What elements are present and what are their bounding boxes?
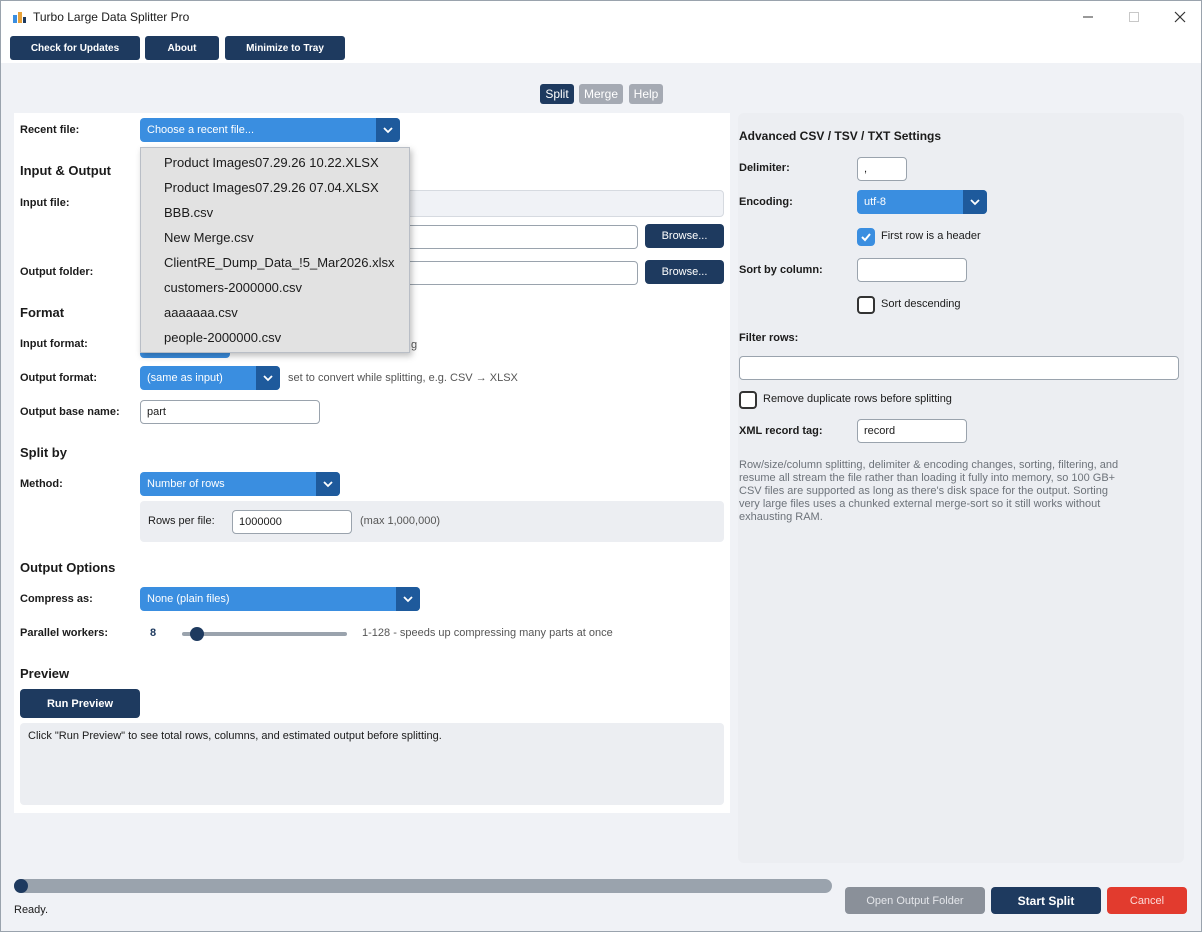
title-bar: Turbo Large Data Splitter Pro [1, 1, 1201, 33]
split-by-heading: Split by [20, 445, 67, 460]
sort-descending-checkbox[interactable] [857, 296, 875, 314]
output-format-label: Output format: [20, 372, 97, 384]
close-icon [1174, 11, 1186, 23]
checkmark-icon [861, 233, 871, 242]
maximize-window-button[interactable] [1111, 1, 1157, 33]
top-toolbar: Check for Updates About Minimize to Tray [1, 33, 1201, 63]
delimiter-label: Delimiter: [739, 162, 790, 174]
sort-descending-label: Sort descending [881, 298, 961, 310]
run-preview-button[interactable]: Run Preview [20, 689, 140, 718]
parallel-workers-value: 8 [150, 627, 157, 639]
progress-bar [14, 879, 832, 893]
parallel-workers-hint: 1-128 - speeds up compressing many parts… [362, 627, 613, 639]
preview-message: Click "Run Preview" to see total rows, c… [28, 730, 442, 742]
input-format-label: Input format: [20, 338, 88, 350]
rows-per-file-hint: (max 1,000,000) [360, 515, 441, 527]
recent-file-option[interactable]: aaaaaaa.csv [164, 305, 238, 320]
delimiter-field[interactable]: , [857, 157, 907, 181]
input-format-hint: g [411, 339, 418, 351]
remove-duplicates-checkbox[interactable] [739, 391, 757, 409]
recent-file-value: Choose a recent file... [147, 124, 255, 136]
recent-file-option[interactable]: ClientRE_Dump_Data_!5_Mar2026.xlsx [164, 255, 395, 270]
tab-merge[interactable]: Merge [579, 84, 623, 104]
split-method-value: Number of rows [147, 478, 225, 490]
chevron-down-icon [256, 366, 280, 390]
advanced-settings-description: Row/size/column splitting, delimiter & e… [739, 459, 1119, 523]
encoding-value: utf-8 [864, 196, 887, 208]
recent-file-option[interactable]: Product Images07.29.26 07.04.XLSX [164, 180, 379, 195]
minimize-to-tray-button[interactable]: Minimize to Tray [225, 36, 345, 60]
split-method-select[interactable]: Number of rows [140, 472, 340, 496]
maximize-icon [1129, 12, 1139, 22]
compress-label: Compress as: [20, 593, 93, 605]
recent-file-option[interactable]: Product Images07.29.26 10.22.XLSX [164, 155, 379, 170]
tab-split[interactable]: Split [540, 84, 574, 104]
parallel-workers-slider-track[interactable] [182, 632, 347, 636]
chevron-down-icon [963, 190, 987, 214]
input-file-label: Input file: [20, 197, 70, 209]
minimize-window-button[interactable] [1065, 1, 1111, 33]
recent-file-option[interactable]: people-2000000.csv [164, 330, 281, 345]
remove-duplicates-label: Remove duplicate rows before splitting [763, 393, 952, 405]
method-label: Method: [20, 478, 63, 490]
about-button[interactable]: About [145, 36, 219, 60]
start-split-button[interactable]: Start Split [991, 887, 1101, 914]
rows-per-file-label: Rows per file: [148, 515, 215, 527]
status-text: Ready. [14, 904, 49, 916]
rows-per-file-field[interactable]: 1000000 [232, 510, 352, 534]
app-window: Turbo Large Data Splitter Pro Check for … [0, 0, 1202, 932]
recent-file-option[interactable]: BBB.csv [164, 205, 213, 220]
first-row-header-checkbox[interactable] [857, 228, 875, 246]
open-output-folder-button[interactable]: Open Output Folder [845, 887, 985, 914]
output-format-select[interactable]: (same as input) [140, 366, 280, 390]
encoding-label: Encoding: [739, 196, 793, 208]
format-heading: Format [20, 305, 65, 320]
app-logo-icon [13, 12, 26, 23]
window-title: Turbo Large Data Splitter Pro [33, 10, 190, 24]
output-format-hint: set to convert while splitting, e.g. CSV… [288, 372, 518, 384]
tab-help[interactable]: Help [629, 84, 663, 104]
parallel-workers-label: Parallel workers: [20, 627, 109, 639]
advanced-settings-title: Advanced CSV / TSV / TXT Settings [739, 129, 942, 143]
first-row-header-label: First row is a header [881, 230, 981, 242]
sort-by-column-label: Sort by column: [739, 264, 823, 276]
recent-file-dropdown-list: Product Images07.29.26 10.22.XLSX Produc… [140, 147, 410, 353]
close-window-button[interactable] [1157, 1, 1202, 33]
output-base-name-label: Output base name: [20, 406, 120, 418]
output-browse-button[interactable]: Browse... [645, 260, 724, 284]
input-output-heading: Input & Output [20, 163, 111, 178]
compress-select[interactable]: None (plain files) [140, 587, 420, 611]
chevron-down-icon [376, 118, 400, 142]
cancel-button[interactable]: Cancel [1107, 887, 1187, 914]
xml-record-tag-label: XML record tag: [739, 425, 823, 437]
filter-rows-field[interactable] [739, 356, 1179, 380]
sort-by-column-field[interactable] [857, 258, 967, 282]
output-format-value: (same as input) [147, 372, 223, 384]
preview-heading: Preview [20, 666, 70, 681]
recent-file-option[interactable]: customers-2000000.csv [164, 280, 302, 295]
check-updates-button[interactable]: Check for Updates [10, 36, 140, 60]
recent-file-select[interactable]: Choose a recent file... [140, 118, 400, 142]
compress-value: None (plain files) [147, 593, 230, 605]
progress-indicator [14, 879, 28, 893]
encoding-select[interactable]: utf-8 [857, 190, 987, 214]
chevron-down-icon [396, 587, 420, 611]
output-base-name-field[interactable]: part [140, 400, 320, 424]
output-folder-label: Output folder: [20, 266, 94, 278]
output-options-heading: Output Options [20, 560, 116, 575]
recent-file-option[interactable]: New Merge.csv [164, 230, 254, 245]
chevron-down-icon [316, 472, 340, 496]
recent-file-label: Recent file: [20, 124, 80, 136]
minimize-icon [1083, 16, 1093, 18]
filter-rows-label: Filter rows: [739, 332, 799, 344]
xml-record-tag-field[interactable]: record [857, 419, 967, 443]
input-browse-button[interactable]: Browse... [645, 224, 724, 248]
